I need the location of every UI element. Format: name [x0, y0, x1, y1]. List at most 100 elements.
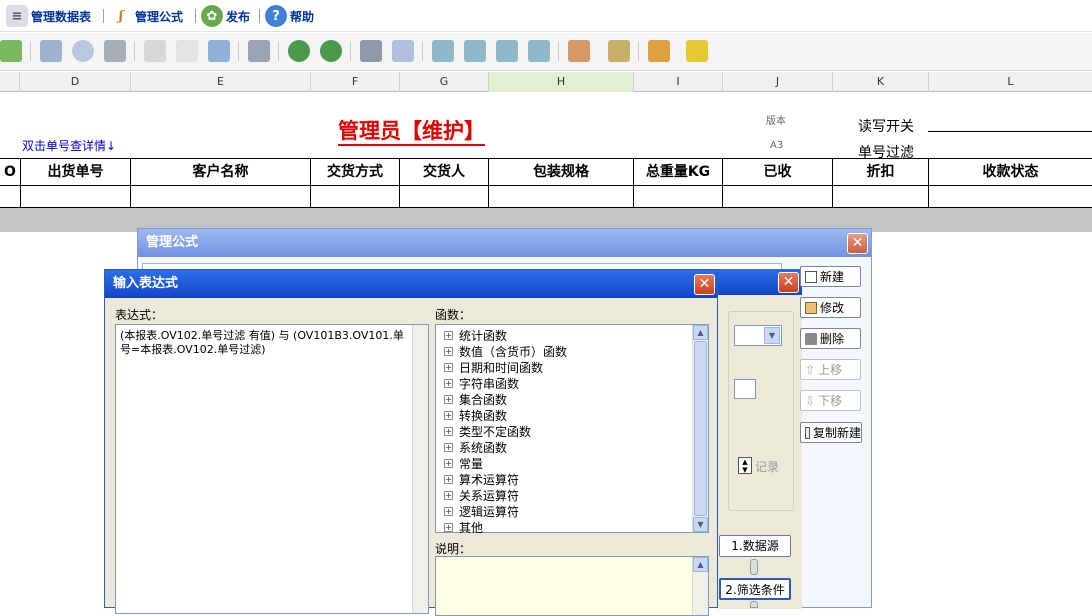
- delete-row-icon[interactable]: [496, 40, 518, 62]
- printer-icon[interactable]: [104, 40, 126, 62]
- merge-cells-icon[interactable]: [360, 40, 382, 62]
- table-cell[interactable]: [489, 186, 634, 207]
- tree-item[interactable]: + 字符串函数: [444, 375, 519, 391]
- tree-item[interactable]: + 类型不定函数: [444, 423, 531, 439]
- inner-text-input[interactable]: [734, 379, 756, 399]
- calendar-icon[interactable]: [568, 40, 590, 62]
- expand-icon[interactable]: +: [444, 362, 453, 372]
- column-header-d[interactable]: D: [20, 72, 131, 92]
- close-icon[interactable]: ✕: [694, 274, 715, 295]
- table-cell[interactable]: [723, 186, 833, 207]
- expand-icon[interactable]: +: [444, 426, 453, 436]
- close-icon[interactable]: ✕: [778, 272, 799, 293]
- rw-switch-input[interactable]: [928, 131, 1092, 132]
- tree-item[interactable]: + 转换函数: [444, 407, 507, 423]
- table-cell[interactable]: [0, 186, 21, 207]
- expression-textarea[interactable]: (本报表.OV102.单号过滤 有值) 与 (OV101B3.OV101.单 号…: [115, 324, 429, 614]
- menu-manage-formulas[interactable]: ʃ 管理公式: [110, 4, 183, 28]
- tree-item[interactable]: + 系统函数: [444, 439, 507, 455]
- description-scrollbar[interactable]: ▲: [692, 557, 708, 615]
- column-header-l[interactable]: L: [929, 72, 1092, 92]
- move-up-button-label: 上移: [818, 363, 843, 377]
- column-header-i[interactable]: I: [634, 72, 723, 92]
- detail-hint-link[interactable]: 双击单号查详情↓: [22, 137, 116, 154]
- table-cell[interactable]: [131, 186, 311, 207]
- tree-item[interactable]: + 关系运算符: [444, 487, 519, 503]
- tree-item[interactable]: + 数值（含货币）函数: [444, 343, 567, 359]
- delete-column-icon[interactable]: [528, 40, 550, 62]
- menubar: ≡ 管理数据表 ʃ 管理公式 ✿ 发布 ? 帮助: [0, 0, 1092, 32]
- column-header-g[interactable]: G: [400, 72, 489, 92]
- print-preview-icon[interactable]: [40, 40, 62, 62]
- expand-icon[interactable]: +: [444, 330, 453, 340]
- column-header-h[interactable]: H: [489, 72, 634, 92]
- table-header-row: O 出货单号 客户名称 交货方式 交货人 包装规格 总重量KG 已收 折扣 收款…: [0, 158, 1092, 186]
- datasource-button[interactable]: 1.数据源: [719, 535, 791, 557]
- expand-icon[interactable]: +: [444, 474, 453, 484]
- expression-scrollbar[interactable]: [412, 325, 428, 613]
- delete-button[interactable]: 删除: [800, 328, 861, 349]
- lock-icon[interactable]: [648, 40, 670, 62]
- undo-icon[interactable]: [288, 40, 310, 62]
- scroll-thumb[interactable]: [694, 341, 707, 516]
- insert-row-icon[interactable]: [432, 40, 454, 62]
- close-icon[interactable]: ✕: [847, 233, 868, 254]
- expand-icon[interactable]: +: [444, 490, 453, 500]
- tree-item[interactable]: + 统计函数: [444, 327, 507, 343]
- paste-icon[interactable]: [208, 40, 230, 62]
- scroll-up-icon[interactable]: ▲: [693, 557, 708, 572]
- expand-icon[interactable]: +: [444, 442, 453, 452]
- expand-icon[interactable]: +: [444, 346, 453, 356]
- scroll-down-icon[interactable]: ▼: [693, 517, 708, 532]
- format-icon[interactable]: [248, 40, 270, 62]
- record-spinner[interactable]: ▲ ▼: [738, 457, 752, 474]
- expand-icon[interactable]: +: [444, 378, 453, 388]
- filter-condition-button[interactable]: 2.筛选条件: [719, 578, 791, 600]
- tree-item[interactable]: + 算术运算符: [444, 471, 519, 487]
- description-label: 说明：: [435, 542, 472, 556]
- expand-icon[interactable]: +: [444, 394, 453, 404]
- tree-item[interactable]: + 逻辑运算符: [444, 503, 519, 519]
- table-cell[interactable]: [21, 186, 131, 207]
- expand-icon[interactable]: +: [444, 506, 453, 516]
- column-header-cell[interactable]: [0, 72, 20, 92]
- edit-button[interactable]: 修改: [800, 297, 861, 318]
- move-down-button[interactable]: ⇩ 下移: [800, 390, 861, 411]
- column-header-e[interactable]: E: [131, 72, 311, 92]
- cut-icon[interactable]: [144, 40, 166, 62]
- expand-icon[interactable]: +: [444, 410, 453, 420]
- function-tree-scrollbar[interactable]: ▲ ▼: [692, 325, 708, 532]
- expand-icon[interactable]: +: [444, 458, 453, 468]
- copy-icon[interactable]: [176, 40, 198, 62]
- move-up-button[interactable]: ⇧ 上移: [800, 359, 861, 380]
- menu-publish[interactable]: ✿ 发布: [201, 4, 250, 28]
- menu-manage-tables[interactable]: ≡ 管理数据表: [6, 4, 91, 28]
- column-header-j[interactable]: J: [723, 72, 833, 92]
- table-cell[interactable]: [311, 186, 400, 207]
- tree-item[interactable]: + 日期和时间函数: [444, 359, 543, 375]
- tree-item[interactable]: + 集合函数: [444, 391, 507, 407]
- table-cell[interactable]: [929, 186, 1092, 207]
- map-icon[interactable]: [0, 40, 22, 62]
- scroll-up-icon[interactable]: ▲: [693, 325, 708, 340]
- redo-icon[interactable]: [320, 40, 342, 62]
- image-icon[interactable]: [686, 40, 708, 62]
- table-cell[interactable]: [400, 186, 489, 207]
- table-cell[interactable]: [833, 186, 929, 207]
- copy-new-button[interactable]: 复制新建: [800, 422, 862, 443]
- column-header-f[interactable]: F: [311, 72, 400, 92]
- chart-icon[interactable]: [608, 40, 630, 62]
- columns-icon[interactable]: [392, 40, 414, 62]
- menu-help[interactable]: ? 帮助: [265, 4, 314, 28]
- inner-select[interactable]: ▼: [734, 325, 782, 346]
- insert-column-icon[interactable]: [464, 40, 486, 62]
- new-button[interactable]: 新建: [800, 266, 861, 287]
- table-cell[interactable]: [634, 186, 723, 207]
- column-header-k[interactable]: K: [833, 72, 929, 92]
- tree-item[interactable]: + 其他: [444, 519, 483, 535]
- function-tree[interactable]: + 统计函数 + 数值（含货币）函数 + 日期和时间函数 + 字符串函数 + 集合函数 +…: [435, 324, 709, 535]
- chevron-down-icon[interactable]: ▼: [764, 327, 780, 344]
- zoom-icon[interactable]: [72, 40, 94, 62]
- tree-item[interactable]: + 常量: [444, 455, 483, 471]
- expand-icon[interactable]: +: [444, 522, 453, 532]
